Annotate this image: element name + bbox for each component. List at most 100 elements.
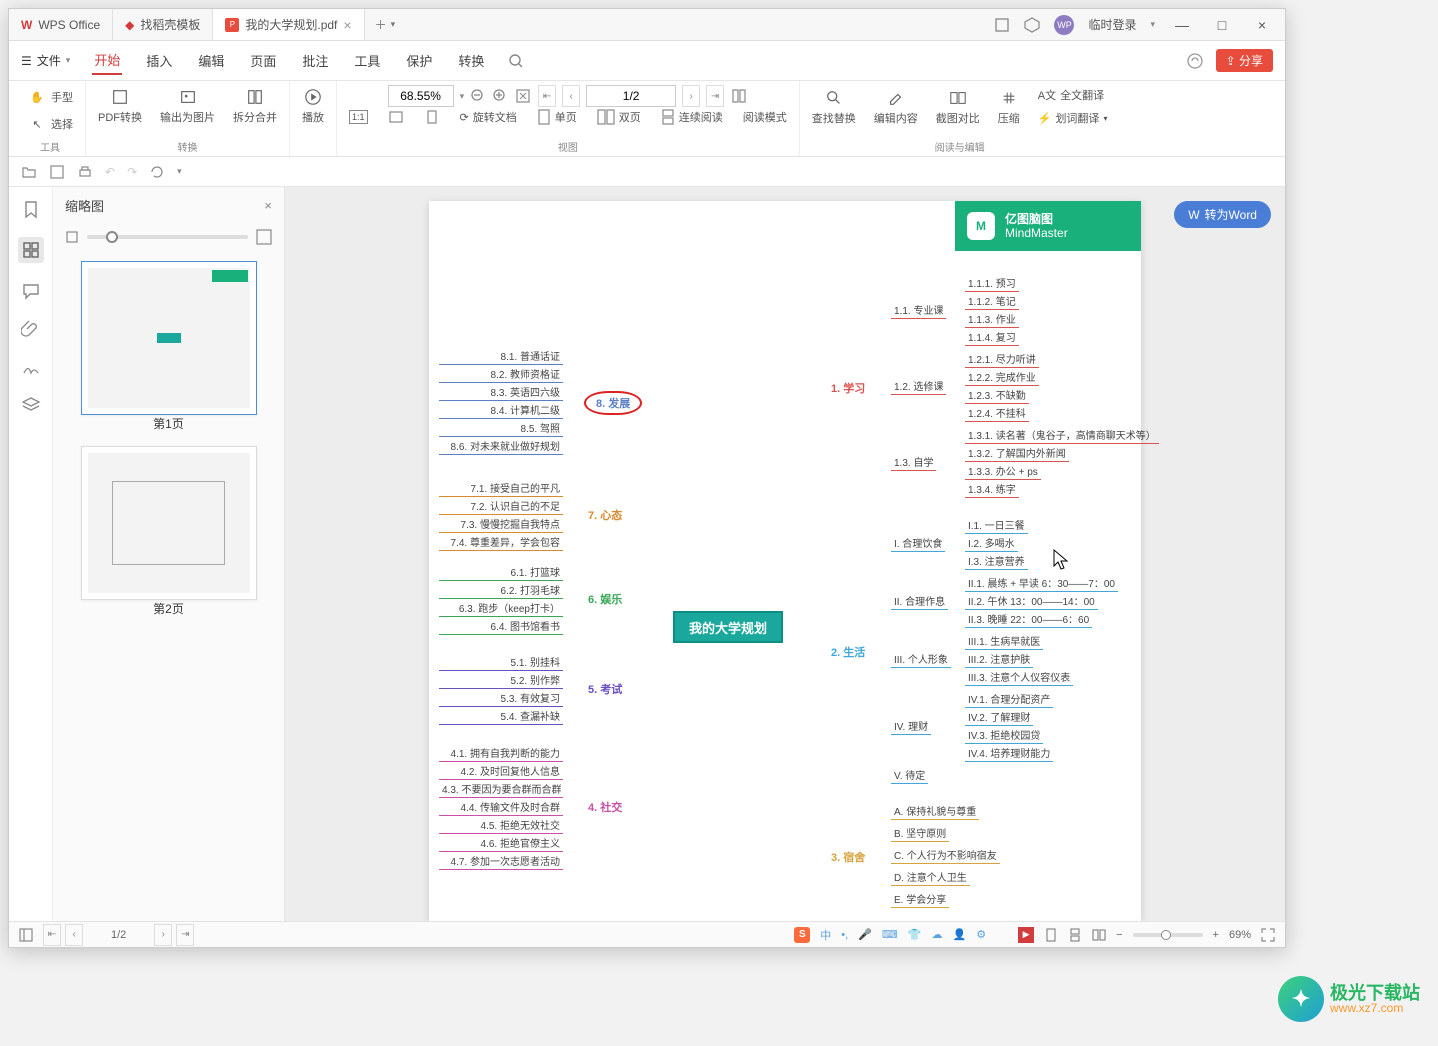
- sb-fullscreen-icon[interactable]: [1261, 928, 1275, 942]
- sb-next-page[interactable]: ›: [154, 924, 172, 946]
- close-window-button[interactable]: ×: [1249, 17, 1275, 33]
- play-button[interactable]: 播放: [298, 85, 328, 127]
- minimize-button[interactable]: —: [1169, 17, 1195, 33]
- thumbnails-icon[interactable]: [18, 237, 44, 263]
- comment-icon[interactable]: [21, 281, 41, 301]
- maximize-button[interactable]: □: [1209, 17, 1235, 33]
- export-image-button[interactable]: 输出为图片: [156, 85, 219, 127]
- find-replace-button[interactable]: 查找替换: [808, 86, 860, 128]
- to-word-button[interactable]: W 转为Word: [1174, 201, 1271, 228]
- single-page-button[interactable]: 单页: [533, 107, 581, 127]
- zoom-out-icon[interactable]: [470, 88, 486, 104]
- undo-icon[interactable]: ↶: [105, 165, 115, 179]
- refresh-icon[interactable]: [149, 164, 165, 180]
- zoom-in-icon[interactable]: [492, 88, 508, 104]
- hand-tool[interactable]: ✋手型: [23, 85, 77, 109]
- menu-convert[interactable]: 转换: [456, 47, 486, 74]
- select-tool[interactable]: ↖选择: [23, 112, 77, 136]
- menu-edit[interactable]: 编辑: [196, 47, 226, 74]
- chevron-down-icon[interactable]: ▾: [1150, 19, 1155, 30]
- redo-icon[interactable]: ↷: [127, 165, 137, 179]
- print-icon[interactable]: [77, 164, 93, 180]
- sb-play-icon[interactable]: ▶: [1018, 927, 1034, 943]
- double-page-button[interactable]: 双页: [593, 107, 645, 127]
- panel-toggle-icon[interactable]: [19, 928, 33, 942]
- menu-annotate[interactable]: 批注: [300, 47, 330, 74]
- close-icon[interactable]: ×: [264, 198, 272, 213]
- zoom-input[interactable]: [388, 85, 454, 107]
- compress-button[interactable]: 压缩: [994, 86, 1024, 128]
- chevron-down-icon[interactable]: ▾: [177, 166, 182, 177]
- document-area[interactable]: W 转为Word M 亿图脑图 MindMaster 我的大学规划 8. 发展8…: [285, 187, 1285, 921]
- new-tab-button[interactable]: ＋ ▾: [365, 9, 406, 40]
- save-icon[interactable]: [49, 164, 65, 180]
- bookmark-icon[interactable]: [21, 199, 41, 219]
- screenshot-compare-button[interactable]: 截图对比: [932, 86, 984, 128]
- tab-current-pdf[interactable]: P 我的大学规划.pdf ×: [213, 9, 364, 40]
- next-page-button[interactable]: ›: [682, 85, 700, 107]
- tab-wps-office[interactable]: W WPS Office: [9, 9, 113, 40]
- menu-insert[interactable]: 插入: [144, 47, 174, 74]
- ime-toolbox-icon[interactable]: ☁: [932, 928, 943, 941]
- ime-skin-icon[interactable]: 👕: [908, 928, 922, 941]
- cube-icon[interactable]: [1024, 17, 1040, 33]
- page-input[interactable]: [586, 85, 676, 107]
- thumb-small-icon[interactable]: [65, 230, 79, 244]
- pdf-convert-button[interactable]: PDF转换: [94, 85, 146, 127]
- menu-start[interactable]: 开始: [92, 46, 122, 75]
- first-page-button[interactable]: ⇤: [538, 85, 556, 107]
- ime-mic-icon[interactable]: 🎤: [858, 928, 872, 941]
- share-button[interactable]: ⇪ 分享: [1216, 49, 1273, 72]
- tab-templates[interactable]: ◆ 找稻壳模板: [113, 9, 213, 40]
- fit-width-button[interactable]: [384, 107, 408, 127]
- close-icon[interactable]: ×: [343, 17, 351, 33]
- sb-view-double-icon[interactable]: [1092, 928, 1106, 942]
- fit-page-icon[interactable]: [514, 87, 532, 105]
- ime-keyboard-icon[interactable]: ⌨: [882, 928, 898, 941]
- sb-view-continuous-icon[interactable]: [1068, 928, 1082, 942]
- sb-zoom-in[interactable]: +: [1213, 929, 1219, 941]
- open-folder-icon[interactable]: [21, 164, 37, 180]
- prev-page-button[interactable]: ‹: [562, 85, 580, 107]
- menu-tools[interactable]: 工具: [352, 47, 382, 74]
- sb-last-page[interactable]: ⇥: [176, 924, 194, 946]
- ime-punct-icon[interactable]: •,: [841, 929, 848, 941]
- menu-protect[interactable]: 保护: [404, 47, 434, 74]
- cloud-sync-icon[interactable]: [1186, 52, 1204, 70]
- app-box-icon[interactable]: [994, 17, 1010, 33]
- word-translate-button[interactable]: ⚡划词翻译▾: [1034, 108, 1112, 128]
- view-11-button[interactable]: 1:1: [345, 108, 372, 126]
- file-menu[interactable]: ☰ 文件 ▾: [21, 52, 70, 69]
- search-icon[interactable]: [508, 53, 524, 69]
- ime-settings-icon[interactable]: ⚙: [976, 928, 986, 941]
- book-icon[interactable]: [730, 87, 748, 105]
- avatar[interactable]: WP: [1054, 15, 1074, 35]
- chevron-down-icon[interactable]: ▾: [460, 91, 465, 102]
- sogou-ime-icon[interactable]: S: [794, 927, 810, 943]
- ime-user-icon[interactable]: 👤: [953, 928, 967, 941]
- full-translate-button[interactable]: A文全文翻译: [1034, 85, 1112, 105]
- login-status[interactable]: 临时登录: [1088, 16, 1136, 33]
- last-page-button[interactable]: ⇥: [706, 85, 724, 107]
- sb-view-single-icon[interactable]: [1044, 928, 1058, 942]
- signature-icon[interactable]: [21, 357, 41, 377]
- layers-icon[interactable]: [21, 395, 41, 415]
- sb-zoom-out[interactable]: −: [1116, 929, 1122, 941]
- sb-zoom-slider[interactable]: [1133, 933, 1203, 937]
- menu-page[interactable]: 页面: [248, 47, 278, 74]
- thumbnail-page-1[interactable]: 第1页: [81, 261, 257, 432]
- ime-lang-icon[interactable]: 中: [820, 927, 831, 943]
- thumbnail-zoom-slider[interactable]: [87, 235, 248, 239]
- share-icon: ⇪: [1226, 54, 1236, 68]
- fit-height-button[interactable]: [420, 107, 444, 127]
- attachment-icon[interactable]: [21, 319, 41, 339]
- edit-content-button[interactable]: 编辑内容: [870, 86, 922, 128]
- continuous-button[interactable]: 连续阅读: [657, 107, 727, 127]
- read-mode-button[interactable]: 阅读模式: [739, 107, 791, 127]
- sb-first-page[interactable]: ⇤: [43, 924, 61, 946]
- rotate-button[interactable]: ⟳旋转文档: [456, 107, 521, 127]
- split-merge-button[interactable]: 拆分合并: [229, 85, 281, 127]
- thumbnail-page-2[interactable]: 第2页: [81, 446, 257, 617]
- sb-prev-page[interactable]: ‹: [65, 924, 83, 946]
- thumb-large-icon[interactable]: [256, 229, 272, 245]
